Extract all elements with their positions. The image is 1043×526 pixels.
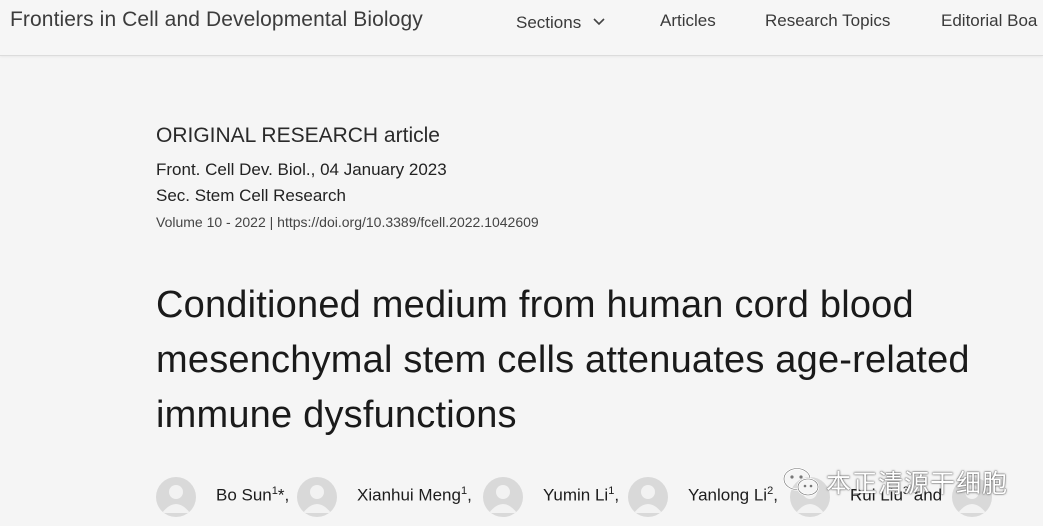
avatar bbox=[297, 477, 337, 517]
chevron-down-icon bbox=[593, 11, 605, 31]
top-navigation-bar: Frontiers in Cell and Developmental Biol… bbox=[0, 0, 1043, 56]
watermark-text: 本正清源干细胞 bbox=[826, 470, 1009, 498]
nav-sections-dropdown[interactable]: Sections bbox=[516, 11, 605, 33]
wechat-icon bbox=[781, 465, 821, 504]
avatar bbox=[628, 477, 668, 517]
nav-editorial-board-link[interactable]: Editorial Boa bbox=[941, 11, 1037, 31]
author-name[interactable]: Bo Sun1*, bbox=[216, 485, 289, 506]
author-name[interactable]: Yanlong Li2, bbox=[688, 485, 778, 506]
journal-name-link[interactable]: Frontiers in Cell and Developmental Biol… bbox=[10, 8, 423, 32]
author-name[interactable]: Yumin Li1, bbox=[543, 485, 619, 506]
avatar bbox=[483, 477, 523, 517]
journal-citation-date: Front. Cell Dev. Biol., 04 January 2023 bbox=[156, 160, 447, 179]
nav-sections-label: Sections bbox=[516, 13, 582, 32]
article-title: Conditioned medium from human cord blood… bbox=[156, 284, 970, 436]
nav-articles-link[interactable]: Articles bbox=[660, 11, 716, 31]
avatar bbox=[156, 477, 196, 517]
article-type-label: ORIGINAL RESEARCH article bbox=[156, 124, 440, 147]
journal-section-link[interactable]: Sec. Stem Cell Research bbox=[156, 186, 1043, 206]
article-header: ORIGINAL RESEARCH article Front. Cell De… bbox=[156, 124, 1043, 230]
volume-doi[interactable]: Volume 10 - 2022 | https://doi.org/10.33… bbox=[156, 214, 1043, 230]
author-name[interactable]: Xianhui Meng1, bbox=[357, 485, 472, 506]
nav-research-topics-link[interactable]: Research Topics bbox=[765, 11, 890, 31]
